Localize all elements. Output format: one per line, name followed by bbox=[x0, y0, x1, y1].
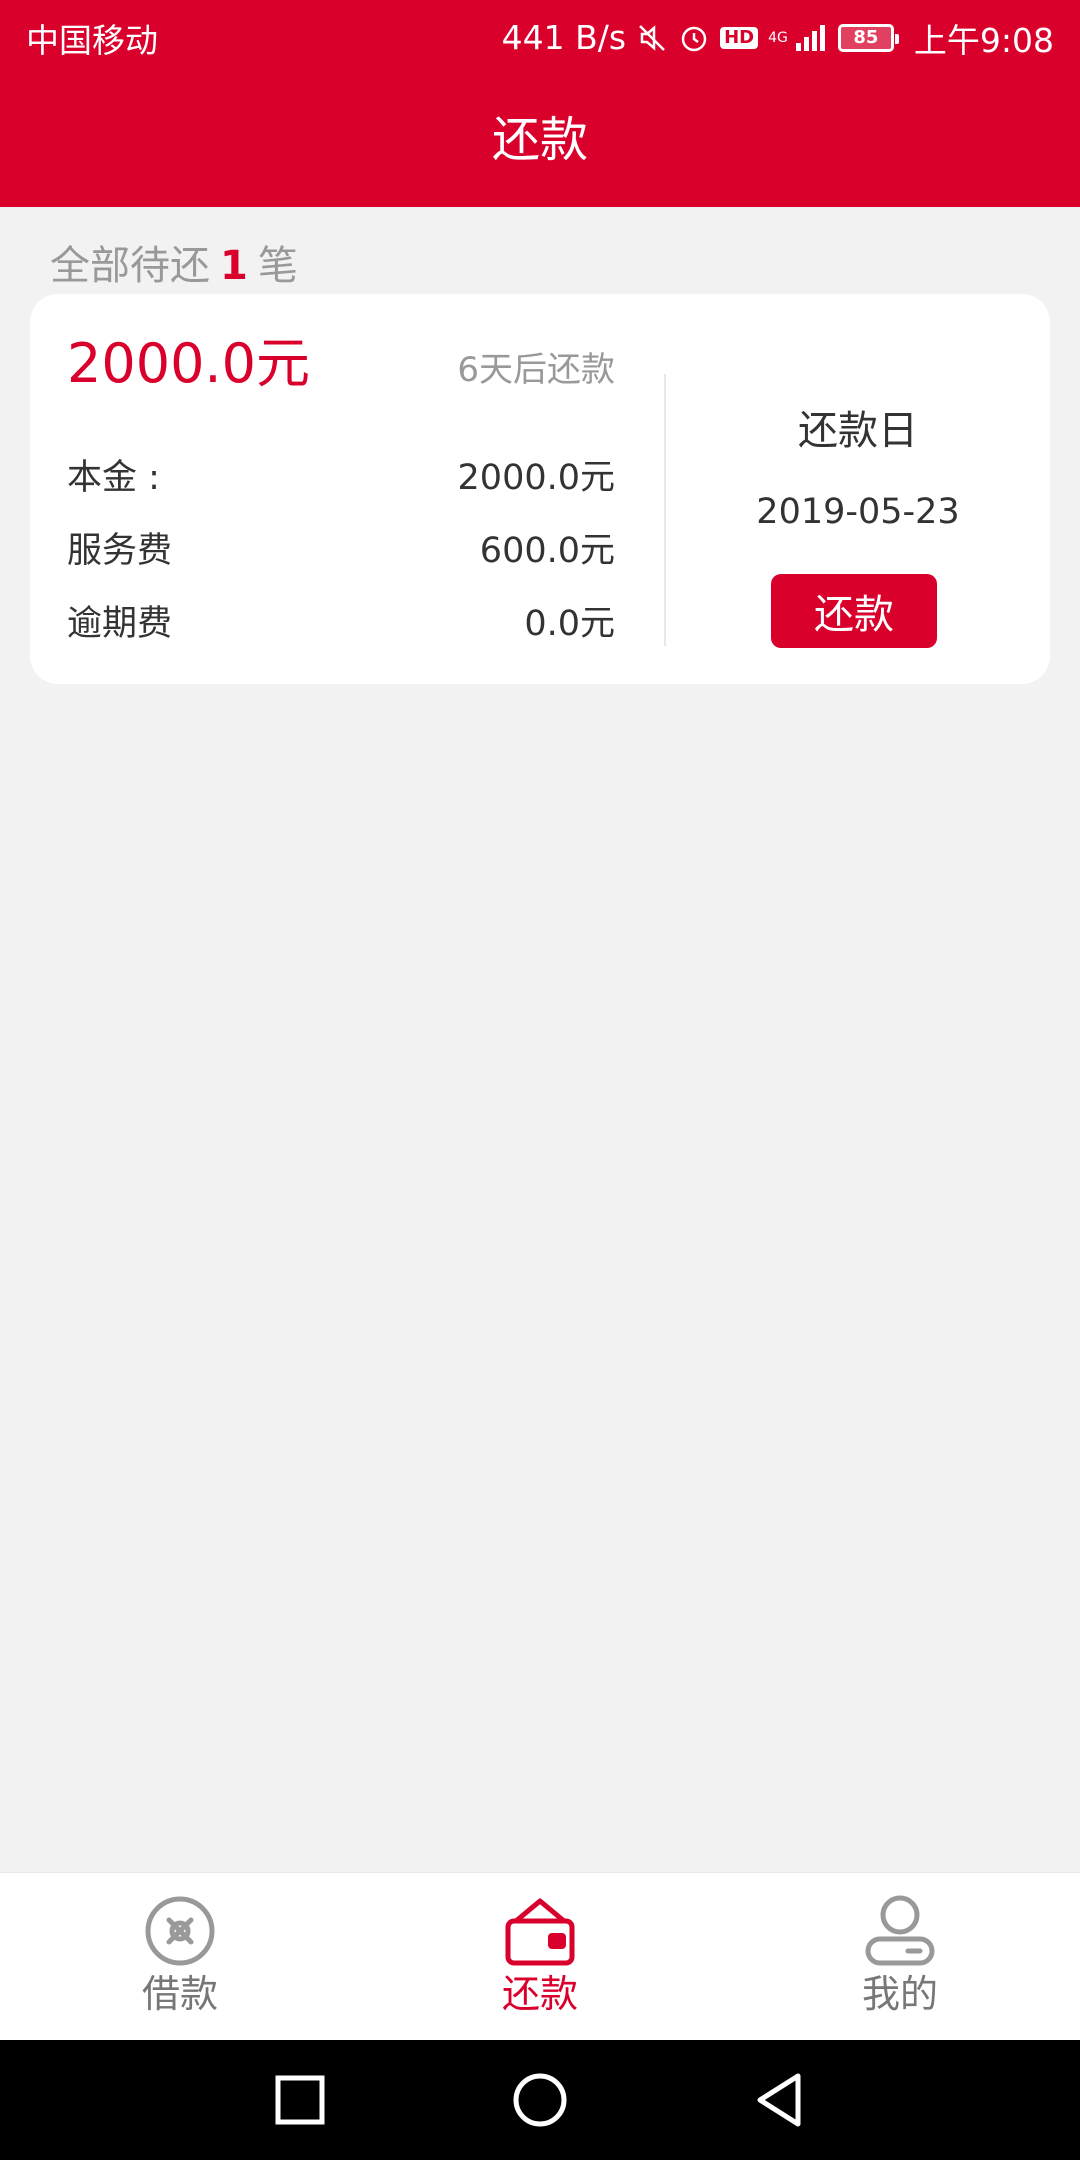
service-fee-value: 600.0元 bbox=[479, 531, 615, 571]
due-countdown: 6天后还款 bbox=[457, 350, 615, 390]
summary-suffix: 笔 bbox=[257, 243, 298, 289]
pending-summary: 全部待还 1 笔 bbox=[50, 238, 298, 294]
home-icon[interactable] bbox=[510, 2070, 570, 2130]
alarm-icon bbox=[678, 22, 710, 54]
loan-amount: 2000.0元 bbox=[67, 332, 310, 395]
system-nav-bar bbox=[0, 2040, 1080, 2160]
wallet-icon bbox=[504, 1895, 576, 1967]
back-icon[interactable] bbox=[750, 2070, 810, 2130]
recent-apps-icon[interactable] bbox=[270, 2070, 330, 2130]
loan-details: 2000.0元 6天后还款 本金 : 2000.0元 服务费 600.0元 逾期… bbox=[67, 334, 615, 654]
loan-card[interactable]: 2000.0元 6天后还款 本金 : 2000.0元 服务费 600.0元 逾期… bbox=[30, 294, 1050, 684]
status-icons: 441 B/s HD 4G 85 上午9:08 bbox=[502, 14, 1054, 62]
tab-mine-label: 我的 bbox=[861, 1972, 938, 2016]
due-date-label: 还款日 bbox=[798, 408, 918, 454]
summary-prefix: 全部待还 bbox=[50, 243, 210, 289]
app-header: 中国移动 441 B/s HD 4G 85 上午9:08 还款 bbox=[0, 0, 1080, 207]
signal-icon bbox=[794, 23, 828, 53]
due-panel: 还款日 2019-05-23 还款 bbox=[666, 294, 1050, 684]
network-speed: 441 B/s bbox=[501, 18, 627, 57]
page-title: 还款 bbox=[491, 112, 588, 168]
overdue-fee-label: 逾期费 bbox=[67, 604, 173, 644]
service-fee-row: 服务费 600.0元 bbox=[67, 529, 615, 573]
user-icon bbox=[864, 1895, 936, 1967]
principal-label: 本金 : bbox=[67, 458, 160, 498]
tab-borrow[interactable]: 借款 bbox=[0, 1873, 360, 2041]
due-date: 2019-05-23 bbox=[756, 492, 960, 532]
bottom-tab-bar: 借款 还款 我的 bbox=[0, 1872, 1080, 2040]
tab-borrow-label: 借款 bbox=[141, 1972, 218, 2016]
pending-count: 1 bbox=[220, 243, 248, 289]
tab-repay[interactable]: 还款 bbox=[360, 1873, 720, 2041]
carrier-name: 中国移动 bbox=[26, 20, 158, 60]
clock: 上午9:08 bbox=[913, 20, 1054, 60]
network-type: 4G bbox=[768, 29, 788, 46]
battery-icon: 85 bbox=[837, 23, 899, 52]
mute-icon bbox=[636, 22, 668, 54]
overdue-fee-row: 逾期费 0.0元 bbox=[67, 602, 615, 646]
service-fee-label: 服务费 bbox=[67, 531, 173, 571]
overdue-fee-value: 0.0元 bbox=[524, 604, 615, 644]
principal-value: 2000.0元 bbox=[457, 458, 615, 498]
coin-icon bbox=[144, 1895, 216, 1967]
tab-repay-label: 还款 bbox=[501, 1972, 578, 2016]
repay-button[interactable]: 还款 bbox=[771, 574, 937, 648]
principal-row: 本金 : 2000.0元 bbox=[67, 456, 615, 500]
tab-mine[interactable]: 我的 bbox=[720, 1873, 1080, 2041]
status-bar: 中国移动 441 B/s HD 4G 85 上午9:08 bbox=[0, 0, 1080, 75]
hd-icon: HD bbox=[720, 26, 759, 49]
